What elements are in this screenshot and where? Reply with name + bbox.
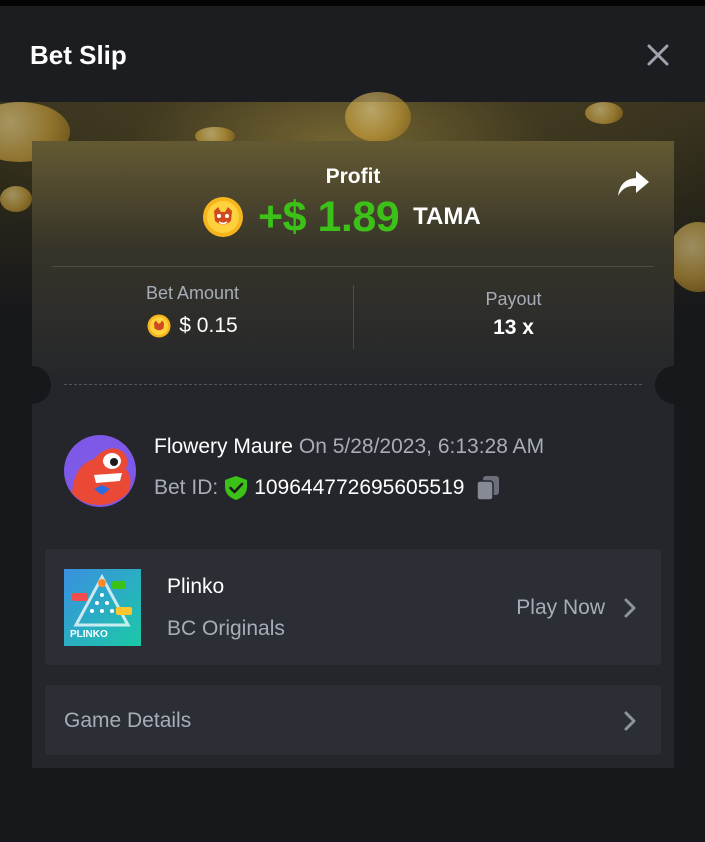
decorative-coin bbox=[345, 92, 411, 142]
profit-label: Profit bbox=[325, 165, 381, 188]
bet-id-label: Bet ID: bbox=[154, 476, 219, 499]
ticket-dashed-divider bbox=[64, 384, 642, 385]
copy-icon[interactable] bbox=[476, 475, 500, 501]
game-provider: BC Originals bbox=[167, 617, 285, 640]
chevron-right-icon bbox=[624, 711, 636, 731]
game-details-button[interactable]: Game Details bbox=[45, 685, 661, 755]
tama-coin-icon bbox=[147, 314, 171, 338]
payout-value: 13 x bbox=[493, 316, 534, 339]
user-name[interactable]: Flowery Maure bbox=[154, 435, 293, 458]
bet-date: On 5/28/2023, 6:13:28 AM bbox=[298, 435, 545, 458]
ticket-notch-left bbox=[13, 366, 51, 404]
bet-amount-row: $ 0.15 bbox=[32, 314, 353, 338]
chevron-right-icon bbox=[624, 598, 636, 618]
profit-currency: TAMA bbox=[413, 203, 481, 230]
game-card[interactable]: PLINKO Plinko BC Originals Play Now bbox=[45, 549, 661, 665]
bet-id-value: 109644772695605519 bbox=[254, 476, 465, 499]
bet-amount-value: $ 0.15 bbox=[179, 314, 238, 337]
game-name: Plinko bbox=[167, 575, 225, 598]
ticket-notch-right bbox=[655, 366, 693, 404]
modal-header: Bet Slip bbox=[0, 6, 705, 102]
shield-check-icon bbox=[225, 476, 248, 500]
bet-id-line: Bet ID: 109644772695605519 bbox=[154, 475, 500, 501]
payout-stat: Payout 13 x bbox=[353, 289, 674, 340]
profit-row: +$ 1.89 TAMA bbox=[202, 193, 481, 241]
game-details-label: Game Details bbox=[64, 709, 192, 732]
section-divider bbox=[52, 266, 654, 267]
payout-label: Payout bbox=[485, 289, 542, 309]
bet-amount-stat: Bet Amount $ 0.15 bbox=[32, 283, 353, 338]
decorative-coin bbox=[585, 102, 623, 124]
bet-slip-card: Profit +$ 1.89 TAMA Bet Amount $ 0.15 Pa… bbox=[13, 141, 693, 768]
user-line: Flowery Maure On 5/28/2023, 6:13:28 AM bbox=[154, 435, 544, 459]
share-icon[interactable] bbox=[616, 169, 650, 199]
plinko-thumbnail: PLINKO bbox=[64, 569, 141, 646]
play-now-button[interactable]: Play Now bbox=[516, 596, 605, 620]
decorative-coin bbox=[0, 186, 32, 212]
close-icon[interactable] bbox=[645, 42, 671, 68]
modal-title: Bet Slip bbox=[30, 40, 127, 70]
tama-coin-icon bbox=[203, 197, 243, 237]
profit-value: +$ 1.89 bbox=[258, 192, 400, 241]
bet-user-info: Flowery Maure On 5/28/2023, 6:13:28 AM Be… bbox=[64, 435, 644, 511]
bet-amount-label: Bet Amount bbox=[145, 283, 240, 303]
plinko-thumb-text: PLINKO bbox=[70, 629, 108, 640]
avatar[interactable] bbox=[64, 435, 136, 507]
